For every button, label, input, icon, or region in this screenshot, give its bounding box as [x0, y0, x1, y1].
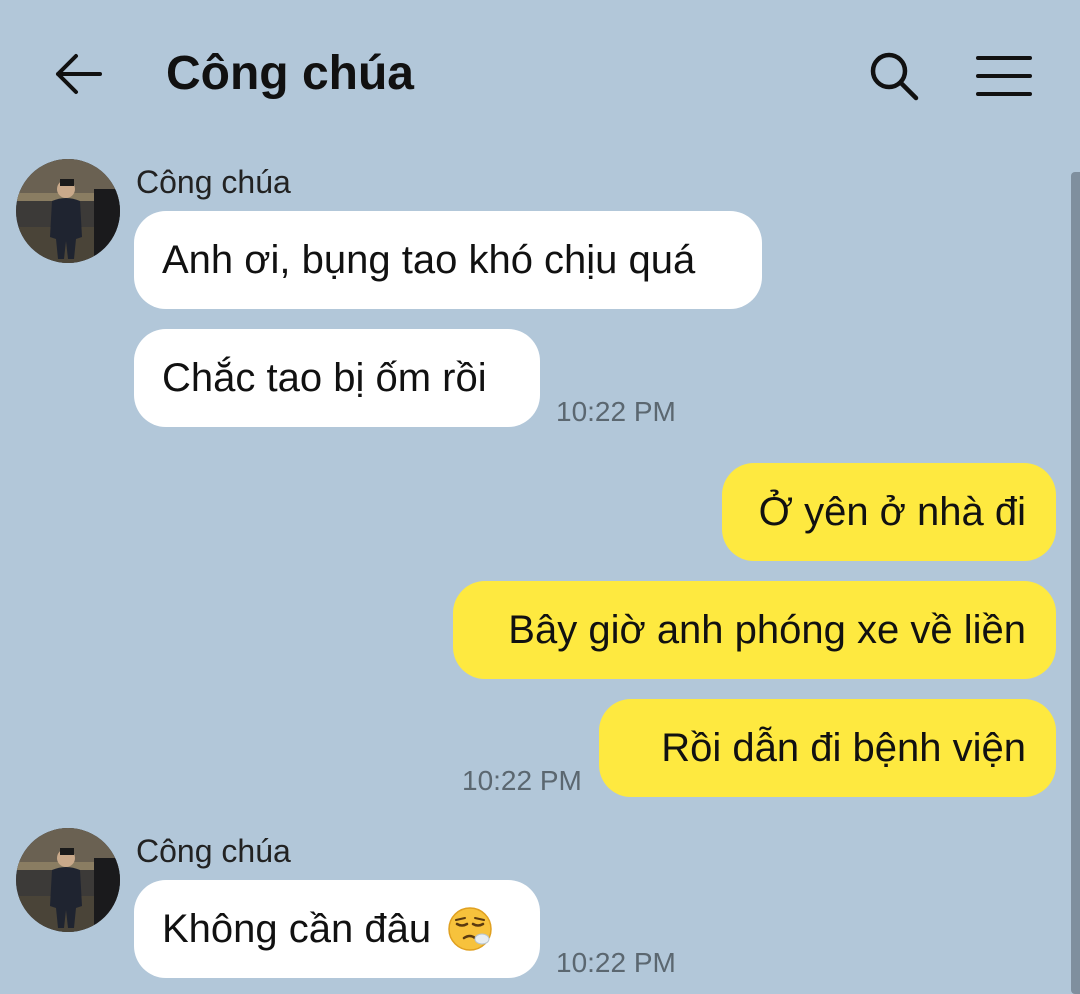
chat-title: Công chúa [166, 47, 414, 100]
avatar-photo [16, 828, 120, 932]
arrow-left-icon [56, 54, 102, 94]
message-text: Anh ơi, bụng tao khó chịu quá [162, 237, 696, 282]
message-text: Chắc tao bị ốm rồi [162, 355, 487, 400]
search-icon [870, 52, 919, 101]
back-button[interactable] [48, 44, 108, 104]
menu-button[interactable] [970, 44, 1038, 108]
message-timestamp: 10:22 PM [462, 765, 582, 796]
message-text: Rồi dẫn đi bệnh viện [661, 725, 1026, 770]
menu-icon [976, 56, 1032, 96]
message-bubble-incoming[interactable]: Không cần đâu [134, 880, 540, 978]
message-bubble-incoming[interactable]: Chắc tao bị ốm rồi [134, 329, 540, 427]
message-text: Bây giờ anh phóng xe về liền [508, 607, 1026, 652]
avatar-photo [16, 159, 120, 263]
chat-screen: Công chúa Công chúa Anh ơi, bụng tao khó… [0, 0, 1080, 994]
message-bubble-outgoing[interactable]: Bây giờ anh phóng xe về liền [453, 581, 1056, 679]
message-text: Không cần đâu [162, 906, 432, 951]
message-bubble-outgoing[interactable]: Rồi dẫn đi bệnh viện [599, 699, 1056, 797]
message-text: Ở yên ở nhà đi [758, 489, 1026, 534]
message-timestamp: 10:22 PM [556, 396, 676, 427]
sender-name: Công chúa [136, 164, 291, 200]
sick-face-emoji [448, 907, 492, 951]
avatar[interactable] [16, 828, 120, 932]
scrollbar[interactable] [1071, 172, 1080, 994]
message-bubble-incoming[interactable]: Anh ơi, bụng tao khó chịu quá [134, 211, 762, 309]
avatar[interactable] [16, 159, 120, 263]
chat-header: Công chúa [0, 0, 1080, 150]
message-timestamp: 10:22 PM [556, 947, 676, 978]
search-button[interactable] [862, 44, 926, 108]
message-bubble-outgoing[interactable]: Ở yên ở nhà đi [722, 463, 1056, 561]
sender-name: Công chúa [136, 833, 291, 869]
